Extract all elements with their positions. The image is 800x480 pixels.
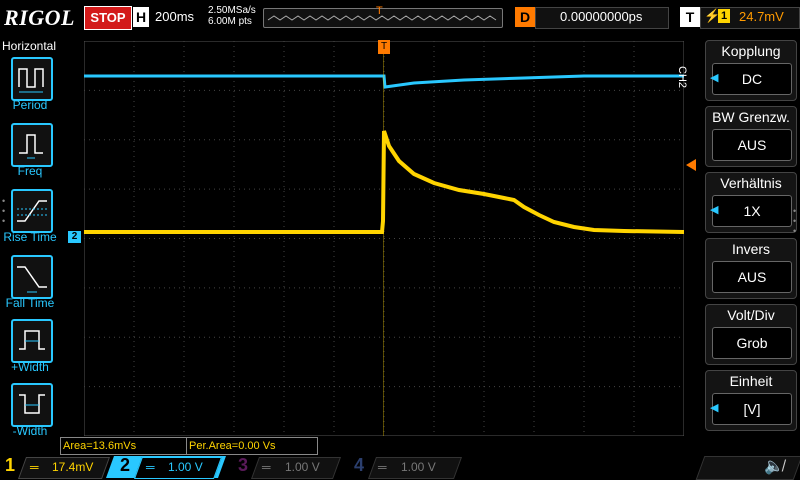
negative-width-button[interactable] bbox=[11, 383, 53, 427]
freq-label: Freq bbox=[17, 164, 43, 178]
period-button[interactable] bbox=[11, 57, 53, 101]
trigger-key[interactable]: T bbox=[680, 7, 700, 27]
area-measurement[interactable]: Area=13.6mVs bbox=[60, 437, 188, 455]
positive-width-icon bbox=[19, 330, 45, 350]
volts-div-title: Volt/Div bbox=[727, 307, 775, 323]
trigger-level-value: 24.7mV bbox=[739, 9, 784, 24]
ch2-number[interactable]: 2 bbox=[120, 455, 130, 476]
sound-panel[interactable] bbox=[695, 456, 800, 480]
knob-select-icon: ◀ bbox=[710, 402, 719, 414]
trigger-position-marker: T bbox=[376, 5, 383, 17]
ch1-scale: 17.4mV bbox=[52, 460, 94, 474]
ch2-coupling-icon: ═ bbox=[146, 460, 155, 474]
timebase-key[interactable]: H bbox=[133, 7, 149, 27]
probe-ratio-value: 1X bbox=[712, 195, 792, 227]
delay-value: 0.00000000ps bbox=[560, 9, 643, 24]
positive-width-label: +Width bbox=[11, 360, 49, 374]
coupling-softkey[interactable]: Kopplung DC ◀ bbox=[705, 40, 797, 101]
period-label: Period bbox=[12, 98, 48, 112]
bandwidth-limit-title: BW Grenzw. bbox=[712, 109, 790, 125]
rise-time-label: Rise Time bbox=[3, 230, 57, 244]
left-scroll-indicator: • • • bbox=[2, 196, 6, 226]
ch4-number[interactable]: 4 bbox=[354, 455, 364, 476]
waveform-display[interactable] bbox=[84, 41, 684, 436]
ch3-number[interactable]: 3 bbox=[238, 455, 248, 476]
trigger-level-arrow-icon[interactable] bbox=[686, 159, 696, 171]
freq-button[interactable] bbox=[11, 123, 53, 167]
fall-time-button[interactable] bbox=[11, 255, 53, 299]
memory-overview-waveform bbox=[267, 15, 497, 21]
invert-title: Invers bbox=[731, 241, 771, 257]
frequency-icon bbox=[19, 134, 43, 159]
brand-logo: RIGOL bbox=[4, 5, 75, 30]
negative-width-label: -Width bbox=[12, 424, 48, 438]
sample-rate: 2.50MSa/s bbox=[208, 5, 256, 16]
ch3-scale: 1.00 V bbox=[285, 460, 320, 474]
right-scroll-indicator: • • • bbox=[793, 206, 797, 236]
ch2-offset-marker[interactable]: 2 bbox=[68, 231, 81, 243]
coupling-title: Kopplung bbox=[721, 43, 781, 59]
unit-title: Einheit bbox=[729, 373, 773, 389]
sample-info: 2.50MSa/s 6.00M pts bbox=[208, 5, 256, 27]
ch1-coupling-icon: ═ bbox=[30, 460, 39, 474]
volts-div-softkey[interactable]: Volt/Div Grob bbox=[705, 304, 797, 365]
knob-select-icon: ◀ bbox=[710, 204, 719, 216]
unit-value: [V] bbox=[712, 393, 792, 425]
rise-time-button[interactable] bbox=[11, 189, 53, 233]
trigger-source-badge: 1 bbox=[718, 9, 730, 23]
timebase-value[interactable]: 200ms bbox=[155, 9, 194, 24]
ch4-scale: 1.00 V bbox=[401, 460, 436, 474]
memory-depth: 6.00M pts bbox=[208, 16, 252, 27]
fall-time-label: Fall Time bbox=[5, 296, 55, 310]
period-icon bbox=[18, 68, 44, 93]
fall-time-icon bbox=[17, 266, 47, 293]
knob-select-icon: ◀ bbox=[710, 72, 719, 84]
volts-div-value: Grob bbox=[712, 327, 792, 359]
memory-overview-bar[interactable] bbox=[263, 8, 503, 28]
invert-softkey[interactable]: Invers AUS bbox=[705, 238, 797, 299]
channel-tag: CH2 bbox=[676, 66, 688, 89]
bandwidth-limit-softkey[interactable]: BW Grenzw. AUS bbox=[705, 106, 797, 167]
bandwidth-limit-value: AUS bbox=[712, 129, 792, 161]
negative-width-icon bbox=[19, 394, 45, 414]
coupling-value: DC bbox=[712, 63, 792, 95]
ch3-coupling-icon: ═ bbox=[262, 460, 271, 474]
left-menu-title: Horizontal bbox=[2, 39, 57, 53]
delay-key[interactable]: D bbox=[515, 7, 535, 27]
rise-time-icon bbox=[17, 200, 47, 222]
ch1-number[interactable]: 1 bbox=[5, 455, 15, 476]
per-area-measurement[interactable]: Per.Area=0.00 Vs bbox=[186, 437, 318, 455]
run-stop-status[interactable]: STOP bbox=[84, 6, 132, 30]
trigger-time-marker[interactable]: T bbox=[378, 40, 390, 54]
invert-value: AUS bbox=[712, 261, 792, 293]
probe-ratio-title: Verhältnis bbox=[720, 175, 782, 191]
speaker-muted-icon[interactable]: 🔈̸ bbox=[764, 456, 784, 476]
ch4-coupling-icon: ═ bbox=[378, 460, 387, 474]
positive-width-button[interactable] bbox=[11, 319, 53, 363]
ch2-scale: 1.00 V bbox=[168, 460, 203, 474]
unit-softkey[interactable]: Einheit [V] ◀ bbox=[705, 370, 797, 431]
probe-ratio-softkey[interactable]: Verhältnis 1X ◀ bbox=[705, 172, 797, 233]
